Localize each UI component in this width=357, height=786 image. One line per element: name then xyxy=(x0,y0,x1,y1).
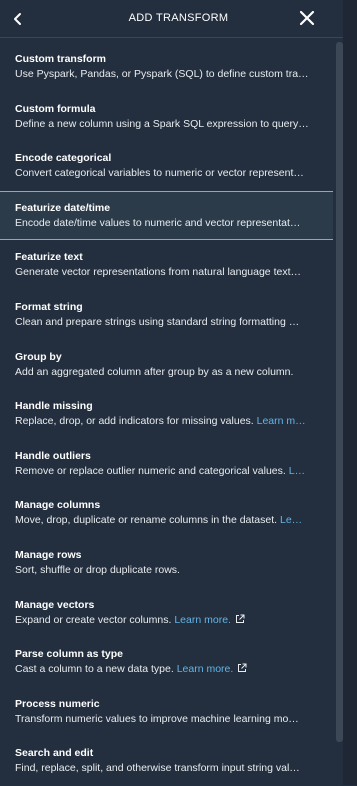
transform-item-handle-outliers[interactable]: Handle outliers Remove or replace outlie… xyxy=(0,439,333,489)
close-icon[interactable] xyxy=(298,9,316,27)
transform-description: Replace, drop, or add indicators for mis… xyxy=(15,415,306,428)
learn-more-link[interactable]: Le… xyxy=(280,514,302,526)
transform-name: Encode categorical xyxy=(15,152,112,165)
transform-description: Use Pyspark, Pandas, or Pyspark (SQL) to… xyxy=(15,68,309,80)
transform-item-handle-missing[interactable]: Handle missing Replace, drop, or add ind… xyxy=(0,389,333,439)
transform-name: Custom transform xyxy=(15,53,107,65)
transform-item-encode-categorical[interactable]: Encode categorical Convert categorical v… xyxy=(0,141,333,191)
transform-item-featurize-text[interactable]: Featurize text Generate vector represent… xyxy=(0,240,333,290)
transform-description: Sort, shuffle or drop duplicate rows. xyxy=(15,563,180,576)
transform-name: Featurize date/time xyxy=(15,201,111,214)
transform-description: Move, drop, duplicate or rename columns … xyxy=(15,514,303,527)
transform-item-manage-rows[interactable]: Manage rows Sort, shuffle or drop duplic… xyxy=(0,538,333,588)
external-link-icon[interactable] xyxy=(237,663,247,673)
transform-name: Handle missing xyxy=(15,400,93,413)
transform-description: Generate vector representations from nat… xyxy=(15,266,301,279)
transform-item-search-and-edit[interactable]: Search and edit Find, replace, split, an… xyxy=(0,736,333,786)
transform-item-format-string[interactable]: Format string Clean and prepare strings … xyxy=(0,290,333,340)
transform-name: Parse column as type xyxy=(15,648,123,661)
transform-name: Group by xyxy=(15,350,62,363)
panel-header: ADD TRANSFORM xyxy=(0,0,357,38)
transform-name: Featurize text xyxy=(15,251,83,264)
transform-description: Clean and prepare strings using standard… xyxy=(15,315,300,328)
transform-description: Transform numeric values to improve mach… xyxy=(15,712,299,725)
transform-name: Custom formula xyxy=(15,102,96,115)
transform-item-parse-column-as-type[interactable]: Parse column as type Cast a column to a … xyxy=(0,637,333,687)
panel-edge xyxy=(343,0,357,785)
scrollbar[interactable] xyxy=(336,42,343,742)
transform-description: Define a new column using a Spark SQL ex… xyxy=(15,117,309,130)
transform-description: Expand or create vector columns. Learn m… xyxy=(15,612,318,628)
transform-name: Process numeric xyxy=(15,697,100,710)
transform-item-featurize-date-time[interactable]: Featurize date/time Encode date/time val… xyxy=(0,190,333,241)
transform-description: Convert categorical variables to numeric… xyxy=(15,167,304,180)
transform-item-process-numeric[interactable]: Process numeric Transform numeric values… xyxy=(0,687,333,737)
transform-item-manage-columns[interactable]: Manage columns Move, drop, duplicate or … xyxy=(0,488,333,538)
transform-description: Encode date/time values to numeric and v… xyxy=(15,216,301,229)
learn-more-link[interactable]: Learn more. xyxy=(177,663,234,675)
transform-list: Custom transform Use Pyspark, Pandas, or… xyxy=(0,42,333,786)
learn-more-link[interactable]: L… xyxy=(289,465,305,477)
learn-more-link[interactable]: Learn m… xyxy=(257,415,306,427)
transform-name: Handle outliers xyxy=(15,449,91,462)
transform-name: Search and edit xyxy=(15,747,94,760)
transform-item-manage-vectors[interactable]: Manage vectors Expand or create vector c… xyxy=(0,588,333,638)
external-link-icon[interactable] xyxy=(235,614,245,624)
transform-name: Manage columns xyxy=(15,499,101,512)
transform-name: Manage vectors xyxy=(15,598,95,611)
transform-description: Add an aggregated column after group by … xyxy=(15,365,294,378)
learn-more-link[interactable]: Learn more. xyxy=(174,614,231,626)
transform-item-custom-transform[interactable]: Custom transform Use Pyspark, Pandas, or… xyxy=(0,42,333,92)
transform-name: Manage rows xyxy=(15,548,82,561)
transform-description: Cast a column to a new data type. Learn … xyxy=(15,661,318,677)
transform-description: Find, replace, split, and otherwise tran… xyxy=(15,762,300,775)
transform-item-custom-formula[interactable]: Custom formula Define a new column using… xyxy=(0,92,333,142)
transform-name: Format string xyxy=(15,300,83,313)
transform-item-group-by[interactable]: Group by Add an aggregated column after … xyxy=(0,340,333,390)
transform-description: Remove or replace outlier numeric and ca… xyxy=(15,464,306,477)
